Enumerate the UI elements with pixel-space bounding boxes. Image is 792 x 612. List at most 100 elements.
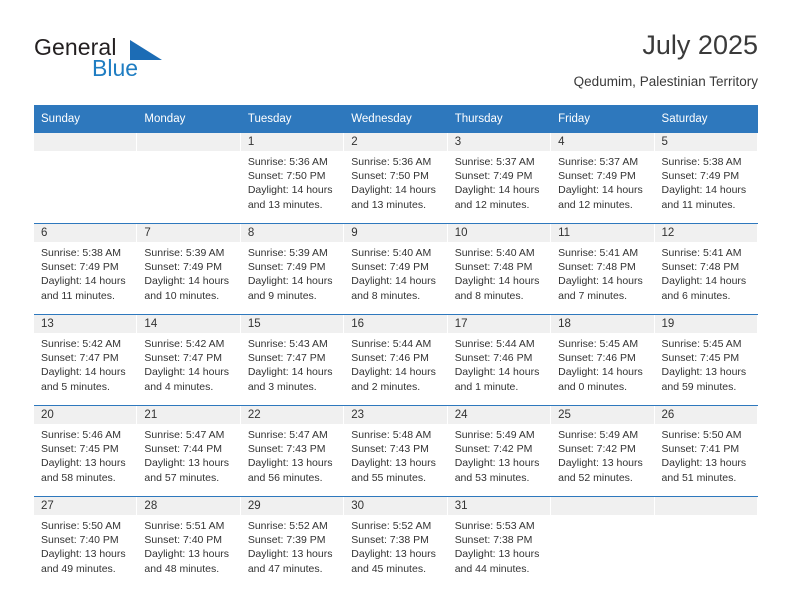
- day-details: Sunrise: 5:36 AM Sunset: 7:50 PM Daylight:…: [344, 151, 447, 212]
- day-details: Sunrise: 5:46 AM Sunset: 7:45 PM Daylight:…: [34, 424, 137, 485]
- calendar-week-row: 1 Sunrise: 5:36 AM Sunset: 7:50 PM Daylight…: [34, 133, 758, 224]
- calendar-day-cell[interactable]: 17 Sunrise: 5:44 AM Sunset: 7:46 PM Dayligh…: [447, 314, 552, 406]
- day-number: 22: [240, 406, 345, 424]
- calendar-day-cell[interactable]: 6 Sunrise: 5:38 AM Sunset: 7:49 PM Daylight…: [34, 223, 138, 315]
- daylight-text: Daylight: 13 hours and 52 minutes.: [558, 457, 643, 484]
- daylight-text: Daylight: 13 hours and 48 minutes.: [144, 548, 230, 575]
- day-details: Sunrise: 5:49 AM Sunset: 7:42 PM Daylight:…: [448, 424, 551, 485]
- day-number: 7: [137, 224, 241, 242]
- sunset-text: Sunset: 7:38 PM: [351, 534, 429, 547]
- daylight-text: Daylight: 14 hours and 10 minutes.: [144, 275, 230, 302]
- calendar-day-cell[interactable]: 29 Sunrise: 5:52 AM Sunset: 7:39 PM Dayligh…: [240, 496, 345, 587]
- page-subtitle: Qedumim, Palestinian Territory: [573, 74, 758, 89]
- general-blue-logo[interactable]: General Blue: [34, 34, 234, 90]
- day-details: Sunrise: 5:36 AM Sunset: 7:50 PM Daylight:…: [241, 151, 344, 212]
- sunrise-text: Sunrise: 5:51 AM: [144, 520, 225, 532]
- calendar-day-cell[interactable]: 22 Sunrise: 5:47 AM Sunset: 7:43 PM Dayligh…: [240, 405, 345, 497]
- day-details: Sunrise: 5:52 AM Sunset: 7:38 PM Daylight:…: [344, 515, 447, 576]
- calendar-day-cell-empty: [551, 496, 655, 587]
- sunset-text: Sunset: 7:46 PM: [351, 352, 429, 365]
- calendar-day-cell-empty: [34, 133, 138, 224]
- day-number: 27: [34, 497, 138, 515]
- sunset-text: Sunset: 7:45 PM: [661, 352, 740, 365]
- calendar-day-cell[interactable]: 16 Sunrise: 5:44 AM Sunset: 7:46 PM Dayligh…: [344, 314, 448, 406]
- sunrise-text: Sunrise: 5:42 AM: [41, 338, 121, 350]
- calendar-day-cell[interactable]: 14 Sunrise: 5:42 AM Sunset: 7:47 PM Dayligh…: [137, 314, 241, 406]
- day-details: Sunrise: 5:39 AM Sunset: 7:49 PM Daylight:…: [241, 242, 344, 303]
- day-number: 25: [551, 406, 655, 424]
- calendar-page: General Blue July 2025 Qedumim, Palestin…: [0, 0, 792, 612]
- calendar-day-cell[interactable]: 26 Sunrise: 5:50 AM Sunset: 7:41 PM Dayligh…: [654, 405, 758, 497]
- sunset-text: Sunset: 7:43 PM: [351, 443, 429, 456]
- calendar-day-cell[interactable]: 25 Sunrise: 5:49 AM Sunset: 7:42 PM Dayligh…: [551, 405, 655, 497]
- sunset-text: Sunset: 7:47 PM: [144, 352, 223, 365]
- day-details: Sunrise: 5:47 AM Sunset: 7:44 PM Daylight:…: [137, 424, 240, 485]
- calendar-day-cell[interactable]: 11 Sunrise: 5:41 AM Sunset: 7:48 PM Dayligh…: [551, 223, 655, 315]
- daylight-text: Daylight: 13 hours and 49 minutes.: [41, 548, 126, 575]
- sunrise-text: Sunrise: 5:49 AM: [558, 429, 639, 441]
- daylight-text: Daylight: 14 hours and 2 minutes.: [351, 366, 436, 393]
- calendar-day-cell[interactable]: 2 Sunrise: 5:36 AM Sunset: 7:50 PM Daylight…: [344, 133, 448, 224]
- day-details: Sunrise: 5:51 AM Sunset: 7:40 PM Daylight:…: [137, 515, 240, 576]
- day-number: [137, 133, 241, 151]
- day-details: Sunrise: 5:40 AM Sunset: 7:49 PM Daylight:…: [344, 242, 447, 303]
- sunrise-text: Sunrise: 5:52 AM: [351, 520, 432, 532]
- day-details: Sunrise: 5:38 AM Sunset: 7:49 PM Daylight:…: [655, 151, 758, 212]
- day-number: 14: [137, 315, 241, 333]
- day-details: Sunrise: 5:41 AM Sunset: 7:48 PM Daylight:…: [551, 242, 654, 303]
- calendar-day-cell[interactable]: 9 Sunrise: 5:40 AM Sunset: 7:49 PM Daylight…: [344, 223, 448, 315]
- daylight-text: Daylight: 14 hours and 13 minutes.: [247, 184, 333, 211]
- day-number: 20: [34, 406, 138, 424]
- calendar-day-cell[interactable]: 24 Sunrise: 5:49 AM Sunset: 7:42 PM Dayligh…: [447, 405, 552, 497]
- calendar-day-cell[interactable]: 5 Sunrise: 5:38 AM Sunset: 7:49 PM Daylight…: [654, 133, 758, 224]
- sunset-text: Sunset: 7:39 PM: [247, 534, 326, 547]
- calendar-day-cell[interactable]: 4 Sunrise: 5:37 AM Sunset: 7:49 PM Daylight…: [551, 133, 655, 224]
- day-number: 26: [654, 406, 758, 424]
- day-details: Sunrise: 5:37 AM Sunset: 7:49 PM Daylight:…: [551, 151, 654, 212]
- calendar-day-cell[interactable]: 28 Sunrise: 5:51 AM Sunset: 7:40 PM Dayligh…: [137, 496, 241, 587]
- calendar-day-cell[interactable]: 21 Sunrise: 5:47 AM Sunset: 7:44 PM Dayligh…: [137, 405, 241, 497]
- sunset-text: Sunset: 7:38 PM: [454, 534, 533, 547]
- sunrise-text: Sunrise: 5:38 AM: [661, 156, 742, 168]
- calendar-day-cell[interactable]: 3 Sunrise: 5:37 AM Sunset: 7:49 PM Daylight…: [447, 133, 552, 224]
- sunset-text: Sunset: 7:48 PM: [558, 261, 636, 274]
- calendar-day-cell[interactable]: 7 Sunrise: 5:39 AM Sunset: 7:49 PM Daylight…: [137, 223, 241, 315]
- sunset-text: Sunset: 7:50 PM: [351, 170, 429, 183]
- calendar-day-cell[interactable]: 12 Sunrise: 5:41 AM Sunset: 7:48 PM Dayligh…: [654, 223, 758, 315]
- day-details: Sunrise: 5:48 AM Sunset: 7:43 PM Daylight:…: [344, 424, 447, 485]
- sunrise-text: Sunrise: 5:37 AM: [454, 156, 535, 168]
- sunset-text: Sunset: 7:48 PM: [454, 261, 533, 274]
- sunset-text: Sunset: 7:50 PM: [247, 170, 326, 183]
- calendar-day-cell[interactable]: 18 Sunrise: 5:45 AM Sunset: 7:46 PM Dayligh…: [551, 314, 655, 406]
- calendar-day-cell[interactable]: 27 Sunrise: 5:50 AM Sunset: 7:40 PM Dayligh…: [34, 496, 138, 587]
- daylight-text: Daylight: 13 hours and 58 minutes.: [41, 457, 126, 484]
- day-number: 3: [447, 133, 552, 151]
- calendar-day-cell[interactable]: 13 Sunrise: 5:42 AM Sunset: 7:47 PM Dayligh…: [34, 314, 138, 406]
- day-number: 9: [344, 224, 448, 242]
- calendar-day-cell[interactable]: 19 Sunrise: 5:45 AM Sunset: 7:45 PM Dayligh…: [654, 314, 758, 406]
- calendar-day-cell[interactable]: 31 Sunrise: 5:53 AM Sunset: 7:38 PM Dayligh…: [447, 496, 552, 587]
- calendar-day-cell[interactable]: 10 Sunrise: 5:40 AM Sunset: 7:48 PM Dayligh…: [447, 223, 552, 315]
- day-details: Sunrise: 5:42 AM Sunset: 7:47 PM Daylight:…: [137, 333, 240, 394]
- day-number: 5: [654, 133, 758, 151]
- daylight-text: Daylight: 14 hours and 3 minutes.: [247, 366, 333, 393]
- calendar-day-cell[interactable]: 23 Sunrise: 5:48 AM Sunset: 7:43 PM Dayligh…: [344, 405, 448, 497]
- day-details: Sunrise: 5:44 AM Sunset: 7:46 PM Daylight:…: [448, 333, 551, 394]
- day-number: 24: [447, 406, 552, 424]
- calendar-day-cell[interactable]: 30 Sunrise: 5:52 AM Sunset: 7:38 PM Dayligh…: [344, 496, 448, 587]
- page-header: General Blue July 2025 Qedumim, Palestin…: [34, 28, 758, 98]
- calendar-day-cell[interactable]: 15 Sunrise: 5:43 AM Sunset: 7:47 PM Dayligh…: [240, 314, 345, 406]
- day-number: 31: [447, 497, 552, 515]
- calendar-day-cell[interactable]: 1 Sunrise: 5:36 AM Sunset: 7:50 PM Daylight…: [240, 133, 345, 224]
- calendar-body: 1 Sunrise: 5:36 AM Sunset: 7:50 PM Daylight…: [34, 133, 758, 587]
- day-number: [654, 497, 758, 515]
- day-details: Sunrise: 5:39 AM Sunset: 7:49 PM Daylight:…: [137, 242, 240, 303]
- sunset-text: Sunset: 7:48 PM: [661, 261, 740, 274]
- calendar-day-cell[interactable]: 20 Sunrise: 5:46 AM Sunset: 7:45 PM Dayligh…: [34, 405, 138, 497]
- daylight-text: Daylight: 14 hours and 4 minutes.: [144, 366, 230, 393]
- day-details: Sunrise: 5:52 AM Sunset: 7:39 PM Daylight:…: [241, 515, 344, 576]
- day-number: 13: [34, 315, 138, 333]
- day-details: Sunrise: 5:49 AM Sunset: 7:42 PM Daylight:…: [551, 424, 654, 485]
- calendar-day-cell[interactable]: 8 Sunrise: 5:39 AM Sunset: 7:49 PM Daylight…: [240, 223, 345, 315]
- day-number: 29: [240, 497, 345, 515]
